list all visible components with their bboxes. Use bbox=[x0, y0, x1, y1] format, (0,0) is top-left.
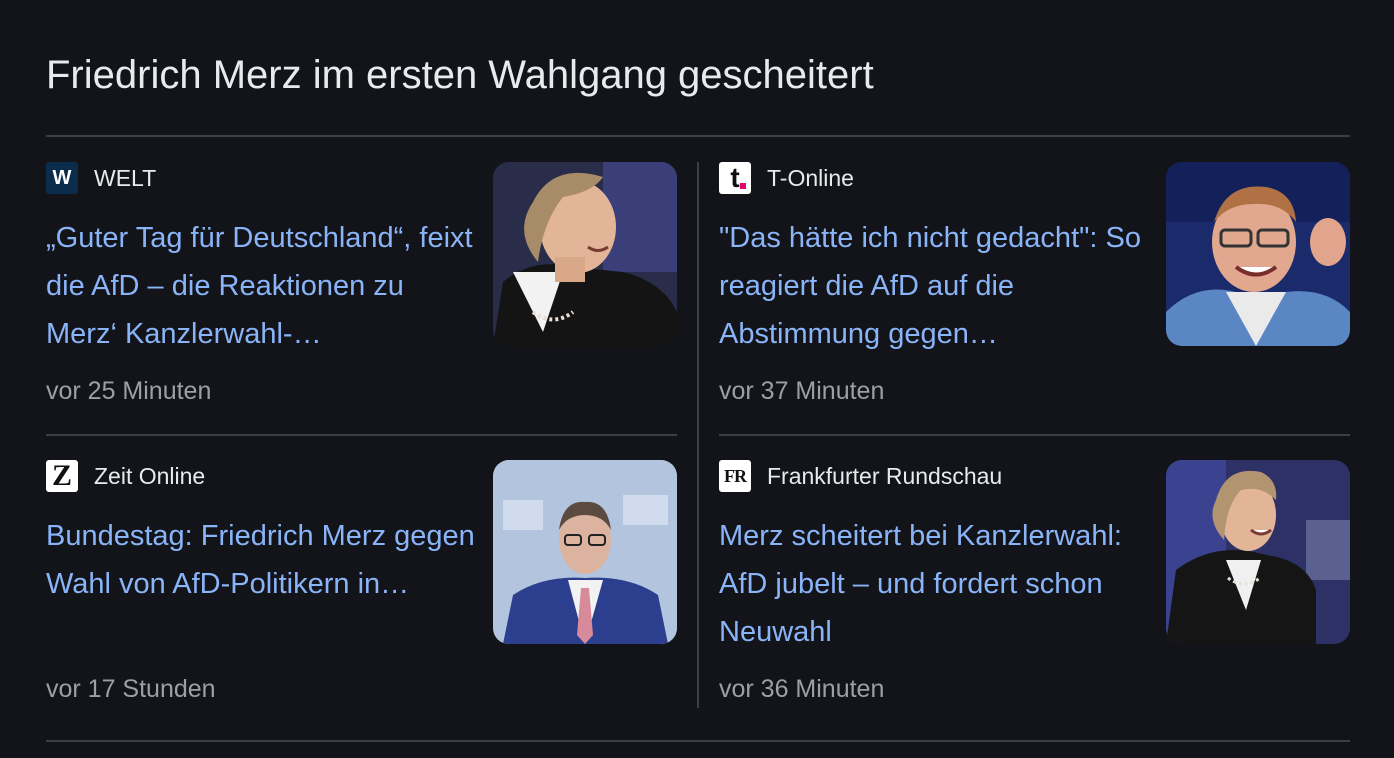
timestamp: vor 17 Stunden bbox=[46, 675, 216, 703]
source: Z Zeit Online bbox=[46, 460, 205, 492]
source: W WELT bbox=[46, 162, 156, 194]
article-thumbnail[interactable] bbox=[493, 460, 677, 644]
news-card-zeit[interactable]: Z Zeit Online Bundestag: Friedrich Merz … bbox=[46, 460, 678, 740]
section-title: Friedrich Merz im ersten Wahlgang gesche… bbox=[46, 53, 874, 97]
fr-logo-icon: FR bbox=[719, 460, 751, 492]
source: t T-Online bbox=[719, 162, 854, 194]
source-name: WELT bbox=[94, 164, 157, 191]
news-card-tonline[interactable]: t T-Online "Das hätte ich nicht gedacht"… bbox=[719, 162, 1351, 442]
photo-woman-smiling bbox=[493, 162, 677, 346]
headline-link[interactable]: "Das hätte ich nicht gedacht": So reagie… bbox=[719, 214, 1149, 358]
zeit-logo-icon: Z bbox=[46, 460, 78, 492]
timestamp: vor 37 Minuten bbox=[719, 377, 885, 405]
timestamp: vor 36 Minuten bbox=[719, 675, 885, 703]
article-thumbnail[interactable] bbox=[1166, 162, 1350, 346]
timestamp: vor 25 Minuten bbox=[46, 377, 212, 405]
article-thumbnail[interactable] bbox=[1166, 460, 1350, 644]
article-thumbnail[interactable] bbox=[493, 162, 677, 346]
column-divider bbox=[697, 162, 699, 708]
source: FR Frankfurter Rundschau bbox=[719, 460, 1002, 492]
news-card-welt[interactable]: W WELT „Guter Tag für Deutschland“, feix… bbox=[46, 162, 678, 442]
source-name: Frankfurter Rundschau bbox=[767, 462, 1003, 489]
photo-woman-laughing bbox=[1166, 460, 1350, 644]
photo-man-cheering bbox=[1166, 162, 1350, 346]
welt-logo-icon: W bbox=[46, 162, 78, 194]
news-card-fr[interactable]: FR Frankfurter Rundschau Merz scheitert … bbox=[719, 460, 1351, 740]
photo-man-in-suit bbox=[493, 460, 677, 644]
bottom-divider bbox=[46, 740, 1350, 742]
source-name: Zeit Online bbox=[94, 462, 206, 489]
source-name: T-Online bbox=[767, 164, 854, 191]
headline-link[interactable]: Bundestag: Friedrich Merz gegen Wahl von… bbox=[46, 512, 476, 608]
tonline-logo-icon: t bbox=[719, 162, 751, 194]
headline-link[interactable]: „Guter Tag für Deutschland“, feixt die A… bbox=[46, 214, 476, 358]
headline-link[interactable]: Merz scheitert bei Kanzlerwahl: AfD jube… bbox=[719, 512, 1149, 656]
top-divider bbox=[46, 135, 1350, 137]
